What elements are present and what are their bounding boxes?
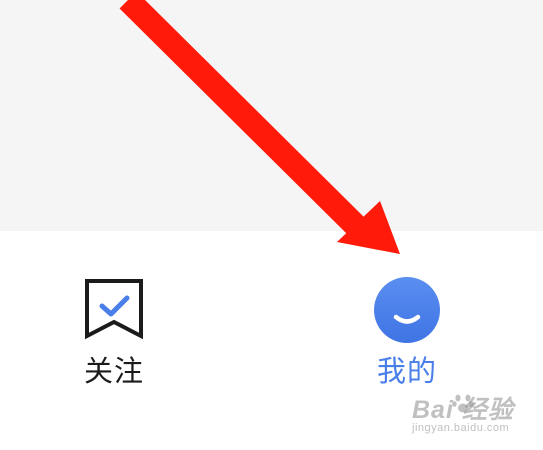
tab-me[interactable]: 我的 xyxy=(337,277,477,397)
baidu-jingyan-watermark: Bai 经验 jingyan.baidu.com xyxy=(412,390,537,440)
watermark-site-text: jingyan.baidu.com xyxy=(412,422,510,434)
tab-follow[interactable]: 关注 xyxy=(44,277,184,397)
tab-follow-label: 关注 xyxy=(83,354,144,388)
profile-smile-icon xyxy=(374,277,440,343)
paw-icon xyxy=(452,394,474,413)
tab-me-label: 我的 xyxy=(376,354,437,388)
content-area xyxy=(0,0,543,231)
bookmark-check-icon xyxy=(85,279,143,340)
